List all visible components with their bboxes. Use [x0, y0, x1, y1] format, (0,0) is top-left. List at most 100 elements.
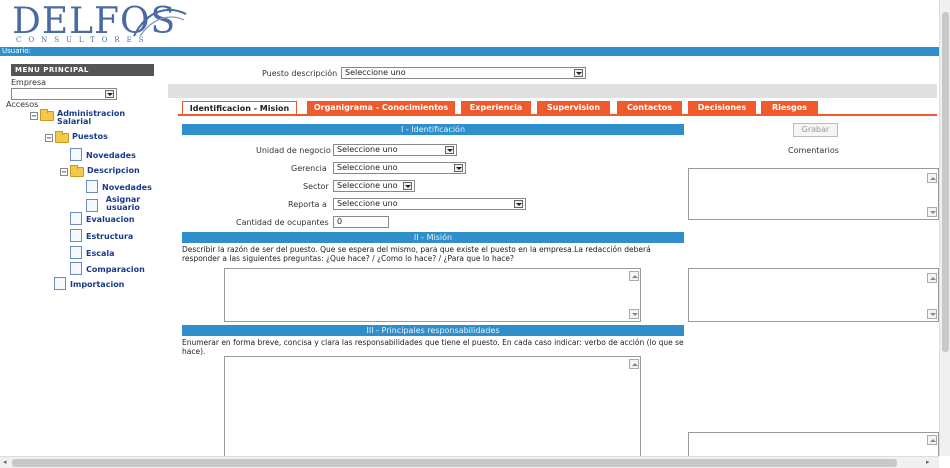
horizontal-scroll-thumb[interactable]	[12, 459, 897, 467]
document-icon	[70, 262, 82, 275]
header-bar	[0, 47, 950, 56]
reporta-a-label: Reporta a	[288, 200, 327, 209]
document-icon	[70, 229, 82, 242]
tree-comparacion[interactable]: Comparacion	[70, 262, 145, 275]
tab-organigrama-conocimientos[interactable]: Organigrama - Conocimientos	[307, 101, 455, 115]
separator-bar	[168, 84, 937, 98]
comentario-identificacion-textarea[interactable]	[688, 168, 939, 220]
horizontal-scrollbar[interactable]: ◂ ▸	[0, 456, 939, 468]
comentario-responsabilidades-textarea[interactable]	[688, 432, 939, 458]
select-value: Seleccione uno	[337, 145, 398, 154]
comentario-mision-textarea[interactable]	[688, 268, 939, 322]
scroll-down-icon[interactable]	[927, 309, 937, 319]
tab-underline	[178, 114, 937, 116]
responsabilidades-instructions: Enumerar en forma breve, concisa y clara…	[182, 338, 684, 356]
folder-icon	[55, 131, 69, 143]
tab-decisiones[interactable]: Decisiones	[688, 101, 756, 115]
tab-experiencia[interactable]: Experiencia	[461, 101, 531, 115]
chevron-down-icon	[454, 164, 463, 172]
puesto-descripcion-label: Puesto descripción	[262, 69, 338, 78]
mision-textarea[interactable]	[224, 268, 641, 322]
puesto-select-value: Seleccione uno	[345, 68, 406, 77]
tree-label: Estructura	[86, 232, 134, 241]
document-icon	[86, 180, 98, 193]
unidad-negocio-label: Unidad de negocio	[256, 146, 331, 155]
section-identificacion-header: I - Identificación	[182, 124, 684, 135]
section-responsabilidades-header: III - Principales responsabilidades	[182, 325, 684, 336]
vertical-scroll-thumb[interactable]	[942, 12, 949, 352]
document-icon	[70, 148, 82, 161]
user-label: Usuario:	[2, 47, 31, 55]
sector-select[interactable]: Seleccione uno	[333, 180, 415, 192]
tree-evaluacion[interactable]: Evaluacion	[70, 212, 135, 225]
collapse-icon[interactable]: −	[60, 168, 68, 176]
tree-label: Escala	[86, 249, 115, 258]
tab-riesgos[interactable]: Riesgos	[761, 101, 818, 115]
scroll-up-icon[interactable]	[629, 359, 639, 369]
tree-administracion-salarial[interactable]: − Administracion Salarial	[30, 109, 147, 126]
document-icon	[86, 199, 98, 212]
tab-supervision[interactable]: Supervision	[537, 101, 610, 115]
chevron-down-icon	[105, 90, 114, 98]
tree-label: Novedades	[86, 151, 136, 160]
chevron-down-icon	[514, 200, 523, 208]
tree-estructura[interactable]: Estructura	[70, 229, 133, 242]
select-value: Seleccione uno	[337, 181, 398, 190]
tree-label: Descripcion	[87, 166, 140, 175]
scroll-up-icon[interactable]	[629, 271, 639, 281]
tree-asignar-usuario[interactable]: Asignar usuario	[86, 196, 144, 212]
document-icon	[54, 277, 66, 290]
cantidad-ocupantes-input[interactable]: 0	[333, 216, 389, 228]
document-icon	[70, 246, 82, 259]
scroll-up-icon[interactable]	[927, 173, 937, 183]
tree-desc-novedades[interactable]: Novedades	[86, 180, 152, 193]
scroll-up-icon[interactable]	[927, 435, 937, 445]
section-mision-header: II - Misión	[182, 232, 684, 243]
comentarios-label: Comentarios	[788, 146, 839, 155]
collapse-icon[interactable]: −	[45, 134, 53, 142]
select-value: Seleccione uno	[337, 163, 398, 172]
grabar-button[interactable]: Grabar	[793, 123, 838, 137]
tree-label: Evaluacion	[86, 215, 135, 224]
responsabilidades-textarea[interactable]	[224, 356, 641, 458]
scroll-left-icon[interactable]: ◂	[3, 458, 7, 466]
tree-escala[interactable]: Escala	[70, 246, 115, 259]
delfos-logo: DELFOS CONSULTORES	[10, 0, 190, 46]
accesos-label: Accesos	[6, 100, 39, 109]
tree-descripcion[interactable]: − Descripcion	[60, 165, 140, 177]
tree-label: Asignar usuario	[105, 195, 141, 212]
tree-label: Comparacion	[86, 265, 145, 274]
tree-puestos[interactable]: − Puestos	[45, 131, 108, 143]
puesto-descripcion-select[interactable]: Seleccione uno	[341, 67, 586, 79]
tree-label: Administracion Salarial	[57, 109, 126, 126]
tree-novedades[interactable]: Novedades	[70, 148, 136, 161]
vertical-scrollbar[interactable]	[939, 0, 950, 456]
reporta-a-select[interactable]: Seleccione uno	[333, 198, 526, 210]
tree-label: Novedades	[102, 183, 152, 192]
gerencia-select[interactable]: Seleccione uno	[333, 162, 466, 174]
folder-icon	[70, 165, 84, 177]
document-icon	[70, 212, 82, 225]
empresa-select[interactable]	[11, 88, 117, 100]
chevron-down-icon	[403, 182, 412, 190]
gerencia-label: Gerencia	[291, 164, 327, 173]
logo-swoosh-icon	[133, 8, 187, 37]
tree-importacion[interactable]: Importacion	[54, 277, 124, 290]
unidad-negocio-select[interactable]: Seleccione uno	[333, 144, 457, 156]
tree-label: Puestos	[72, 132, 108, 141]
scroll-right-icon[interactable]: ▸	[926, 458, 930, 466]
chevron-down-icon	[445, 146, 454, 154]
empresa-label: Empresa	[11, 78, 47, 87]
scroll-down-icon[interactable]	[629, 309, 639, 319]
collapse-icon[interactable]: −	[30, 112, 38, 120]
mision-instructions: Describir la razón de ser del puesto. Qu…	[182, 245, 651, 263]
tree-label: Importacion	[70, 280, 125, 289]
scroll-up-icon[interactable]	[927, 273, 937, 283]
tab-contactos[interactable]: Contactos	[617, 101, 682, 115]
chevron-down-icon	[574, 69, 583, 77]
select-value: Seleccione uno	[337, 199, 398, 208]
folder-icon	[40, 109, 54, 121]
sector-label: Sector	[303, 182, 329, 191]
scroll-down-icon[interactable]	[927, 207, 937, 217]
cantidad-ocupantes-label: Cantidad de ocupantes	[236, 218, 329, 227]
